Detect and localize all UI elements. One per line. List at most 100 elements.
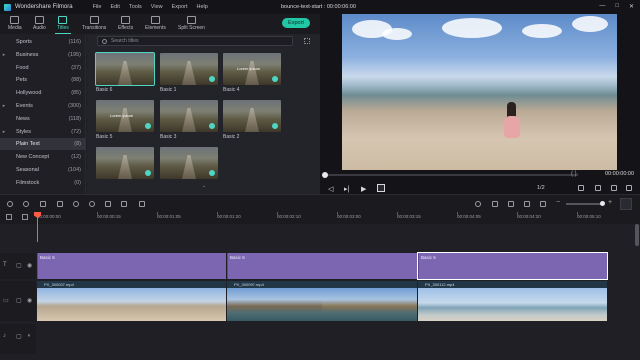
tab-split-screen[interactable]: Split Screen	[178, 16, 205, 31]
video-clip[interactable]: PX_300112.mp4	[418, 281, 607, 321]
zoom-handle[interactable]	[600, 201, 605, 206]
preview-scrubber[interactable]	[322, 172, 578, 178]
snapshot-icon[interactable]	[595, 185, 601, 191]
download-icon[interactable]	[272, 123, 278, 129]
minimize-icon[interactable]: —	[599, 3, 605, 10]
add-track-icon[interactable]	[6, 214, 12, 220]
delete-icon[interactable]	[40, 201, 46, 207]
tab-media[interactable]: Media	[8, 16, 22, 31]
download-icon[interactable]	[145, 123, 151, 129]
category-item[interactable]: ▸ Styles (72)	[0, 126, 86, 138]
category-item[interactable]: Hollywood (85)	[0, 87, 86, 99]
adjust-icon[interactable]	[139, 201, 145, 207]
search-input[interactable]: Search titles	[111, 38, 139, 44]
title-categories: Sports (116) ▸ Business (195) Food (37) Pets (88…	[0, 34, 86, 194]
fullscreen-icon[interactable]	[626, 185, 632, 191]
search-box[interactable]: Search titles	[97, 36, 293, 46]
audio-mixer-icon[interactable]	[121, 201, 127, 207]
category-item[interactable]: Filmstock (0)	[0, 177, 86, 189]
thumbnail-overlay-text: Lorem ipsum	[110, 113, 134, 118]
expand-arrow-icon[interactable]: ▸	[0, 129, 8, 135]
zoom-slider[interactable]	[566, 201, 605, 206]
tab-audio[interactable]: Audio	[33, 16, 46, 31]
mark-in-out[interactable]: { }	[571, 171, 577, 177]
title-clip[interactable]: Basic 6	[227, 253, 417, 279]
title-thumbnail[interactable]	[95, 52, 155, 86]
color-icon[interactable]	[105, 201, 111, 207]
title-thumbnail[interactable]	[160, 147, 218, 179]
tab-titles[interactable]: Titles	[55, 16, 71, 34]
title-clip[interactable]: Basic 6	[37, 253, 226, 279]
category-item[interactable]: Seasonal (104)	[0, 164, 86, 176]
close-icon[interactable]: ✕	[629, 3, 634, 10]
title-thumbnail[interactable]	[160, 100, 218, 132]
link-icon[interactable]	[22, 214, 28, 220]
marker-icon[interactable]	[492, 201, 498, 207]
display-icon[interactable]	[578, 185, 584, 191]
menu-export[interactable]: Export	[172, 4, 188, 10]
title-thumbnail[interactable]	[223, 100, 281, 132]
title-thumbnail[interactable]	[160, 53, 218, 85]
crop-icon[interactable]	[89, 201, 95, 207]
voiceover-icon[interactable]	[508, 201, 514, 207]
eye-icon[interactable]: ◉	[27, 262, 32, 269]
split-icon[interactable]	[57, 201, 63, 207]
tab-transitions[interactable]: Transitions	[82, 16, 106, 31]
video-clip[interactable]: PX_300097.mp4	[227, 281, 417, 321]
stop-button[interactable]	[377, 184, 385, 192]
category-item[interactable]: ▸ Business (195)	[0, 49, 86, 61]
download-icon[interactable]	[209, 170, 215, 176]
lock-icon[interactable]: ▢	[16, 333, 22, 340]
title-thumbnail[interactable]: Lorem ipsum	[223, 53, 281, 85]
menu-help[interactable]: Help	[197, 4, 208, 10]
video-clip[interactable]: PX_300007.mp4	[37, 281, 226, 321]
prev-frame-icon[interactable]: ◁	[328, 185, 333, 193]
redo-icon[interactable]	[23, 201, 29, 207]
preview-quality[interactable]: 1/2	[537, 185, 545, 191]
download-icon[interactable]	[145, 170, 151, 176]
render-icon[interactable]	[475, 201, 481, 207]
eye-icon[interactable]: ◉	[27, 297, 32, 304]
expand-arrow-icon[interactable]: ▸	[0, 52, 8, 58]
lock-icon[interactable]: ▢	[16, 297, 22, 304]
title-clip-selected[interactable]: Basic 6	[417, 252, 608, 280]
category-item[interactable]: ▸ Events (300)	[0, 100, 86, 112]
menu-tools[interactable]: Tools	[129, 4, 142, 10]
category-item[interactable]: New Concept (12)	[0, 151, 86, 163]
maximize-icon[interactable]: □	[615, 3, 619, 10]
timeline-panel-toggle[interactable]	[620, 198, 632, 210]
tab-elements[interactable]: Elements	[145, 16, 166, 31]
expand-arrow-icon[interactable]: ▸	[0, 103, 8, 109]
category-item[interactable]: Sports (116)	[0, 36, 86, 48]
tab-effects[interactable]: Effects	[118, 16, 133, 31]
undo-icon[interactable]	[7, 201, 13, 207]
volume-icon[interactable]	[611, 185, 617, 191]
scrubber-handle[interactable]	[322, 172, 328, 178]
snapshot-timeline-icon[interactable]	[540, 201, 546, 207]
download-icon[interactable]	[209, 76, 215, 82]
speed-icon[interactable]	[73, 201, 79, 207]
category-item[interactable]: News (118)	[0, 113, 86, 125]
speaker-icon[interactable]: ◖	[27, 333, 31, 339]
zoom-in-icon[interactable]: +	[608, 199, 612, 206]
timeline-scrollbar[interactable]	[635, 224, 639, 246]
title-thumbnail[interactable]: Lorem ipsum	[96, 100, 154, 132]
download-icon[interactable]	[209, 123, 215, 129]
scroll-down-icon[interactable]: ⌄	[202, 183, 206, 189]
lock-icon[interactable]: ▢	[16, 262, 22, 269]
category-item[interactable]: Pets (88)	[0, 74, 86, 86]
grid-view-icon[interactable]	[304, 38, 310, 44]
zoom-out-icon[interactable]: −	[556, 199, 560, 206]
menu-view[interactable]: View	[151, 4, 163, 10]
category-item[interactable]: Plain Text (8)	[0, 138, 86, 151]
menu-edit[interactable]: Edit	[110, 4, 119, 10]
play-icon[interactable]: ▶	[361, 185, 366, 193]
step-back-icon[interactable]: ▸|	[344, 185, 349, 193]
timeline-ruler[interactable]: 00:00:00:00 00:00:00:15 00:00:01:05 00:00:0…	[0, 212, 640, 224]
title-thumbnail[interactable]	[96, 147, 154, 179]
export-button[interactable]: Export	[282, 18, 310, 28]
download-icon[interactable]	[272, 76, 278, 82]
audio-ducking-icon[interactable]	[524, 201, 530, 207]
menu-file[interactable]: File	[93, 4, 102, 10]
category-item[interactable]: Food (37)	[0, 62, 86, 74]
